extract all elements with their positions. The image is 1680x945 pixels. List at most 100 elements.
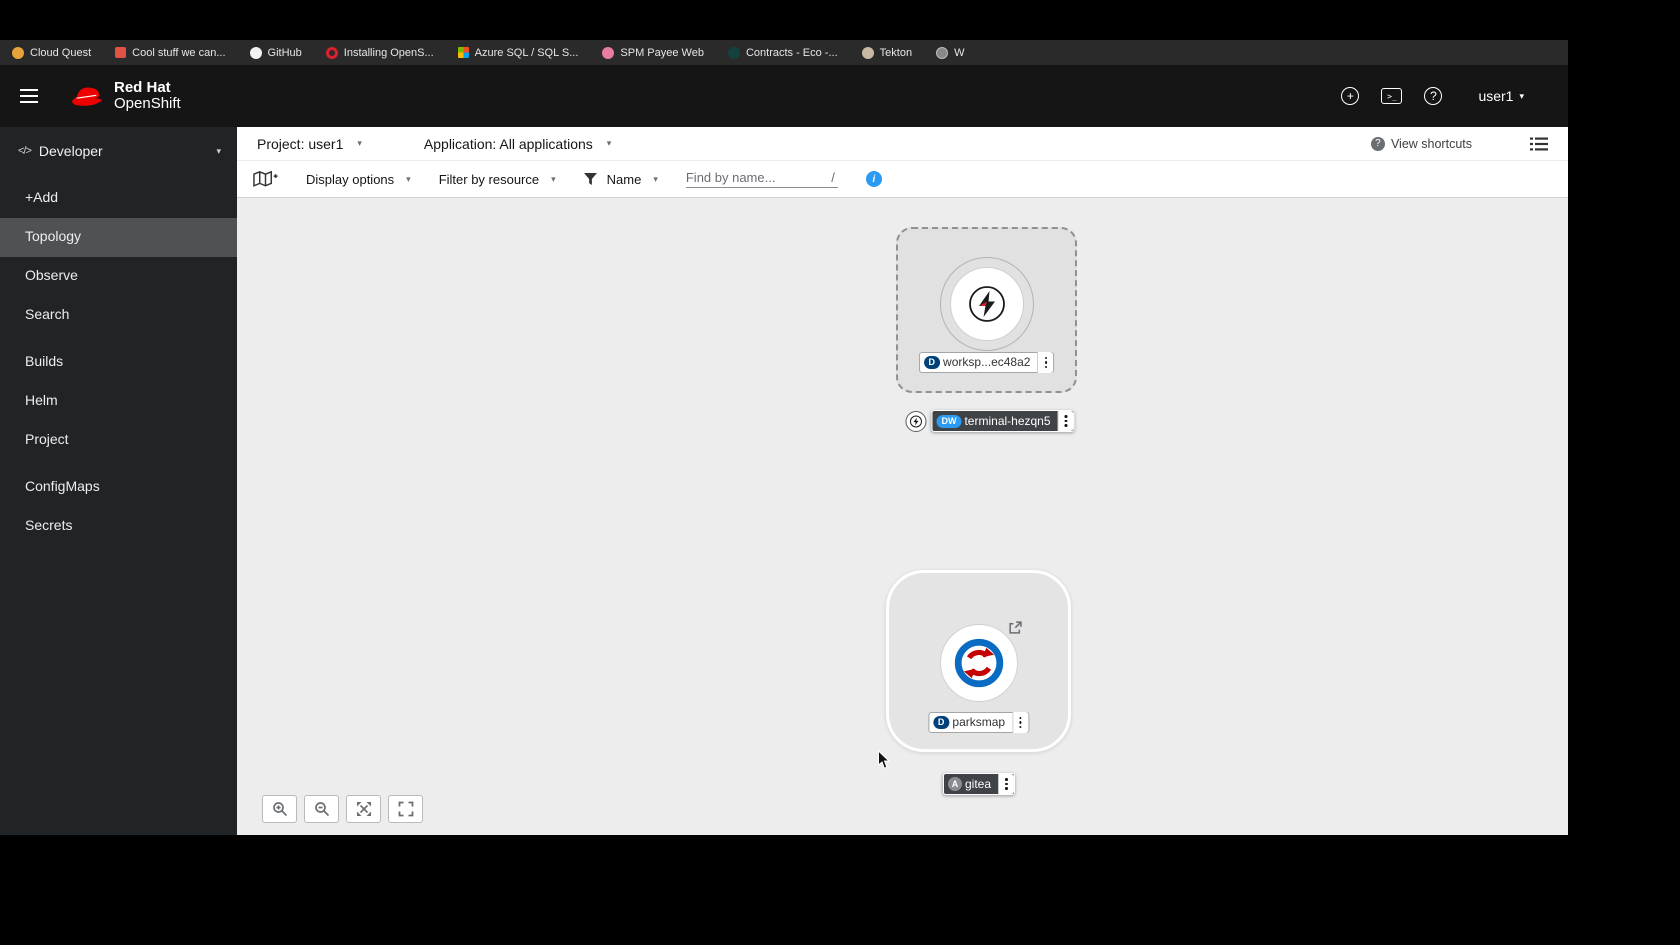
project-dropdown-label: Project: user1 [257, 135, 344, 152]
bookmark-label: Cloud Quest [30, 46, 92, 59]
sidebar-item-add[interactable]: +Add [0, 179, 237, 218]
name-filter-dropdown[interactable]: Name ▾ [583, 171, 658, 187]
developer-perspective-icon: </> [18, 145, 32, 157]
view-shortcuts-link[interactable]: View shortcuts [1391, 137, 1472, 151]
perspective-switcher[interactable]: </> Developer ▾ [0, 127, 237, 171]
bookmark-label: Tekton [879, 46, 913, 59]
kebab-menu-icon[interactable] [1057, 411, 1074, 431]
redhat-fedora-icon [72, 87, 102, 106]
redhat-openshift-logo: Red Hat OpenShift [68, 78, 181, 113]
topology-toolbar: Display options ▾ Filter by resource ▾ N… [237, 161, 1568, 198]
sidebar-item-project[interactable]: Project [0, 421, 237, 460]
external-link-icon[interactable] [1008, 621, 1022, 635]
brand-redhat: Red Hat [114, 78, 171, 96]
workspace-node-label[interactable]: D worksp...ec48a2 [918, 352, 1055, 373]
filter-funnel-icon [583, 173, 597, 185]
bookmark-label: Installing OpenS... [343, 46, 434, 59]
zoom-out-button[interactable] [304, 795, 339, 823]
zoom-in-button[interactable] [262, 795, 297, 823]
web-terminal-icon[interactable]: >_ [1381, 88, 1403, 104]
gitea-node[interactable]: A gitea [942, 773, 1016, 795]
application-badge: A [947, 777, 962, 791]
devworkspace-badge: DW [936, 414, 962, 428]
gitea-node-label[interactable]: A gitea [942, 773, 1016, 795]
application-group-node[interactable]: D parksmap [886, 570, 1071, 752]
sidebar-item-observe[interactable]: Observe [0, 257, 237, 296]
bookmark-label: SPM Payee Web [620, 46, 704, 59]
terminal-node-name: terminal-hezqn5 [964, 413, 1051, 428]
workspace-node-name: worksp...ec48a2 [943, 355, 1031, 369]
fit-to-screen-button[interactable] [346, 795, 381, 823]
help-icon[interactable]: ? [1424, 87, 1443, 105]
reset-view-button[interactable] [388, 795, 423, 823]
bookmark-cool-stuff[interactable]: Cool stuff we can... [115, 46, 226, 59]
topology-view-icon[interactable] [253, 170, 278, 189]
bookmarks-bar: Cloud Quest Cool stuff we can... GitHub … [0, 40, 1568, 65]
terminal-node[interactable]: DW terminal-hezqn5 [905, 410, 1075, 432]
sidebar-item-builds[interactable]: Builds [0, 343, 237, 382]
bookmark-label: Cool stuff we can... [132, 46, 226, 59]
user-menu[interactable]: user1 ▾ [1478, 88, 1524, 104]
favicon-contracts [727, 46, 740, 59]
list-view-icon[interactable] [1530, 137, 1548, 151]
find-by-name-input[interactable] [685, 170, 829, 185]
filter-by-resource-dropdown[interactable]: Filter by resource ▾ [439, 172, 556, 187]
username: user1 [1478, 88, 1514, 104]
context-bar: Project: user1 ▾ Application: All applic… [237, 127, 1568, 161]
bookmark-github[interactable]: GitHub [249, 46, 302, 59]
display-options-dropdown[interactable]: Display options ▾ [306, 172, 411, 187]
sidebar-nav: +Add Topology Observe Search Builds Helm… [0, 179, 237, 546]
devworkspace-decorator-icon [905, 410, 927, 432]
chevron-down-icon: ▾ [216, 145, 221, 156]
kebab-menu-icon[interactable] [998, 774, 1015, 794]
bookmark-azure-sql[interactable]: Azure SQL / SQL S... [457, 46, 579, 59]
sidebar-item-helm[interactable]: Helm [0, 382, 237, 421]
application-dropdown-label: Application: All applications [423, 135, 593, 152]
terminal-node-label[interactable]: DW terminal-hezqn5 [931, 410, 1075, 432]
sidebar-item-topology[interactable]: Topology [0, 218, 237, 257]
kebab-menu-icon[interactable] [1012, 712, 1029, 733]
filter-by-resource-label: Filter by resource [438, 171, 540, 187]
parksmap-node-name: parksmap [952, 715, 1006, 729]
topology-canvas[interactable]: D worksp...ec48a2 DW terminal-hezqn5 D p… [237, 198, 1568, 835]
perspective-label: Developer [38, 143, 103, 159]
info-icon[interactable]: i [865, 171, 882, 187]
parksmap-node-circle[interactable] [939, 624, 1018, 702]
browser-window: Cloud Quest Cool stuff we can... GitHub … [0, 40, 1568, 835]
main-content: Project: user1 ▾ Application: All applic… [237, 127, 1568, 835]
brand-openshift: OpenShift [114, 95, 181, 112]
sidebar-item-configmaps[interactable]: ConfigMaps [0, 468, 237, 507]
bookmark-installing-openshift[interactable]: Installing OpenS... [325, 46, 434, 59]
parksmap-builder-icon [954, 638, 1003, 688]
deployment-badge: D [932, 716, 950, 729]
chevron-down-icon: ▾ [406, 173, 411, 184]
quick-create-icon[interactable]: + [1341, 87, 1360, 105]
bookmark-contracts[interactable]: Contracts - Eco -... [727, 46, 838, 59]
nav-toggle-button[interactable] [16, 77, 54, 115]
masthead: Red Hat OpenShift + >_ ? user1 ▾ [0, 65, 1568, 127]
chevron-down-icon: ▾ [357, 138, 362, 148]
bookmark-label: Contracts - Eco -... [745, 46, 838, 59]
chevron-down-icon: ▾ [653, 173, 658, 184]
bookmark-cloud-quest[interactable]: Cloud Quest [12, 46, 92, 59]
bookmark-spm-payee[interactable]: SPM Payee Web [602, 46, 704, 59]
sidebar-item-search[interactable]: Search [0, 296, 237, 335]
bookmark-tekton[interactable]: Tekton [861, 46, 913, 59]
favicon-tekton [861, 46, 874, 59]
bookmark-label: Azure SQL / SQL S... [474, 46, 579, 59]
workspace-deployment-node[interactable]: D worksp...ec48a2 [896, 227, 1077, 393]
help-circle-icon: ? [1370, 136, 1385, 151]
name-filter-label: Name [606, 171, 642, 187]
application-dropdown[interactable]: Application: All applications ▾ [424, 136, 611, 152]
parksmap-node-label[interactable]: D parksmap [927, 712, 1030, 733]
workspace-node-circle[interactable] [949, 267, 1024, 341]
project-dropdown[interactable]: Project: user1 ▾ [257, 136, 362, 152]
sidebar-item-secrets[interactable]: Secrets [0, 507, 237, 546]
globe-icon [936, 46, 949, 59]
favicon-cool-stuff [115, 47, 127, 58]
bookmark-w[interactable]: W [936, 46, 964, 59]
favicon-spm [602, 46, 615, 59]
chevron-down-icon: ▾ [1519, 90, 1524, 101]
kebab-menu-icon[interactable] [1037, 352, 1054, 373]
openshift-ring-icon [325, 46, 338, 59]
